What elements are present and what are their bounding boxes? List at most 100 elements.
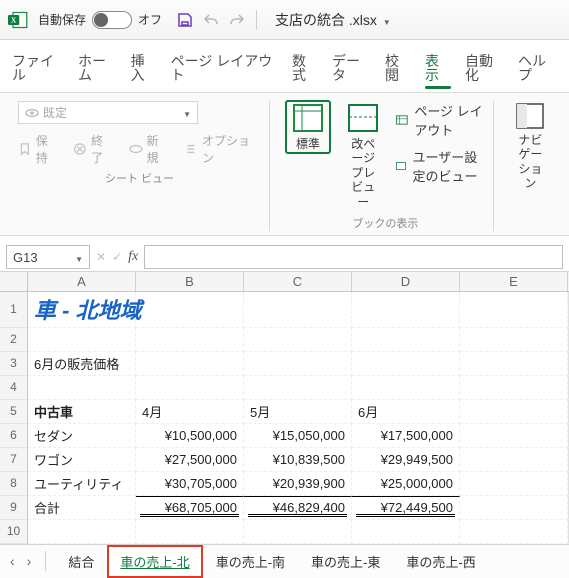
- cell[interactable]: [244, 520, 352, 544]
- sheet-tab[interactable]: 結合: [56, 546, 106, 577]
- cell[interactable]: [28, 376, 136, 400]
- sheetview-new-button[interactable]: 新規: [129, 132, 170, 166]
- cell[interactable]: ¥10,839,500: [244, 448, 352, 472]
- row-header[interactable]: 2: [0, 328, 28, 352]
- cell[interactable]: ¥46,829,400: [244, 496, 352, 520]
- cell[interactable]: ¥68,705,000: [136, 496, 244, 520]
- select-all-corner[interactable]: [0, 272, 28, 292]
- cell[interactable]: ¥10,500,000: [136, 424, 244, 448]
- cancel-icon[interactable]: ✕: [96, 250, 106, 264]
- cell[interactable]: [352, 352, 460, 376]
- cell[interactable]: [460, 328, 568, 352]
- cell[interactable]: [352, 292, 460, 328]
- cell[interactable]: 6月の販売価格: [28, 352, 136, 376]
- spreadsheet-grid[interactable]: 12345678910 ABCDEF 車 - 北地域6月の販売価格中古車4月5月…: [0, 272, 569, 544]
- row-header[interactable]: 9: [0, 496, 28, 520]
- cell[interactable]: 6月: [352, 400, 460, 424]
- row-header[interactable]: 3: [0, 352, 28, 376]
- cell[interactable]: ¥25,000,000: [352, 472, 460, 496]
- row-header[interactable]: 1: [0, 292, 28, 328]
- cell[interactable]: [460, 352, 568, 376]
- ribbon-tab-7[interactable]: 表示: [425, 48, 451, 92]
- sheetview-options-button[interactable]: オプション: [184, 132, 261, 166]
- cells-area[interactable]: 車 - 北地域 6月の販売価格中古車4月5月6月セダン¥10,500,000¥15…: [28, 292, 569, 544]
- sheet-tab[interactable]: 車の売上-南: [204, 546, 297, 577]
- view-pagebreak-button[interactable]: 改ページ プレビュー: [340, 101, 386, 211]
- cell[interactable]: [244, 352, 352, 376]
- view-pagelayout-button[interactable]: ページ レイアウト: [396, 101, 484, 139]
- sheet-next-button[interactable]: ›: [23, 553, 36, 569]
- cell[interactable]: 合計: [28, 496, 136, 520]
- column-header[interactable]: E: [460, 272, 568, 292]
- ribbon-tab-3[interactable]: ページ レイアウト: [171, 48, 278, 92]
- sheetview-default-dropdown[interactable]: 既定: [18, 101, 198, 124]
- ribbon-tab-6[interactable]: 校閲: [385, 48, 411, 92]
- column-header[interactable]: C: [244, 272, 352, 292]
- cell[interactable]: 5月: [244, 400, 352, 424]
- row-header[interactable]: 8: [0, 472, 28, 496]
- cell[interactable]: [28, 520, 136, 544]
- cell[interactable]: [28, 328, 136, 352]
- cell[interactable]: [136, 352, 244, 376]
- cell[interactable]: [352, 520, 460, 544]
- save-icon[interactable]: [174, 9, 196, 31]
- cell[interactable]: [460, 376, 568, 400]
- cell[interactable]: [136, 520, 244, 544]
- fx-icon[interactable]: fx: [128, 249, 138, 265]
- cell[interactable]: 4月: [136, 400, 244, 424]
- cell[interactable]: [136, 376, 244, 400]
- row-header[interactable]: 7: [0, 448, 28, 472]
- cell[interactable]: [460, 472, 568, 496]
- cell[interactable]: ¥20,939,900: [244, 472, 352, 496]
- column-header[interactable]: B: [136, 272, 244, 292]
- cell[interactable]: [460, 424, 568, 448]
- sheet-tab[interactable]: 車の売上-東: [299, 546, 392, 577]
- cell[interactable]: 車 - 北地域: [28, 292, 136, 328]
- row-header[interactable]: 4: [0, 376, 28, 400]
- row-header[interactable]: 10: [0, 520, 28, 544]
- column-header[interactable]: D: [352, 272, 460, 292]
- sheet-prev-button[interactable]: ‹: [6, 553, 19, 569]
- cell[interactable]: [460, 448, 568, 472]
- column-header[interactable]: A: [28, 272, 136, 292]
- cell[interactable]: ¥15,050,000: [244, 424, 352, 448]
- cell[interactable]: [352, 328, 460, 352]
- cell[interactable]: ¥29,949,500: [352, 448, 460, 472]
- cell[interactable]: [136, 292, 244, 328]
- cell[interactable]: [352, 376, 460, 400]
- cell[interactable]: [460, 496, 568, 520]
- enter-icon[interactable]: ✓: [112, 250, 122, 264]
- ribbon-tab-1[interactable]: ホーム: [78, 48, 117, 92]
- redo-icon[interactable]: [226, 9, 248, 31]
- row-header[interactable]: 6: [0, 424, 28, 448]
- cell[interactable]: [244, 328, 352, 352]
- cell[interactable]: ユーティリティ: [28, 472, 136, 496]
- view-normal-button[interactable]: 標準: [286, 101, 330, 153]
- cell[interactable]: 中古車: [28, 400, 136, 424]
- sheetview-keep-button[interactable]: 保持: [18, 132, 59, 166]
- cell[interactable]: セダン: [28, 424, 136, 448]
- sheet-tab[interactable]: 車の売上-北: [108, 546, 201, 577]
- view-customview-button[interactable]: ユーザー設定のビュー: [396, 147, 484, 185]
- ribbon-tab-5[interactable]: データ: [332, 48, 371, 92]
- formula-input[interactable]: [144, 245, 563, 269]
- cell[interactable]: ¥17,500,000: [352, 424, 460, 448]
- name-box[interactable]: G13: [6, 245, 90, 269]
- ribbon-tab-4[interactable]: 数式: [292, 48, 318, 92]
- filename[interactable]: 支店の統合 .xlsx: [275, 10, 391, 30]
- cell[interactable]: ¥30,705,000: [136, 472, 244, 496]
- undo-icon[interactable]: [200, 9, 222, 31]
- sheetview-exit-button[interactable]: 終了: [73, 132, 114, 166]
- ribbon-tab-2[interactable]: 挿入: [131, 48, 157, 92]
- cell[interactable]: [460, 520, 568, 544]
- autosave-toggle[interactable]: [92, 11, 132, 29]
- ribbon-tab-0[interactable]: ファイル: [12, 48, 64, 92]
- cell[interactable]: [244, 292, 352, 328]
- cell[interactable]: ¥27,500,000: [136, 448, 244, 472]
- ribbon-tab-9[interactable]: ヘルプ: [518, 48, 557, 92]
- cell[interactable]: [460, 400, 568, 424]
- cell[interactable]: ワゴン: [28, 448, 136, 472]
- cell[interactable]: [460, 292, 568, 328]
- row-header[interactable]: 5: [0, 400, 28, 424]
- cell[interactable]: [136, 328, 244, 352]
